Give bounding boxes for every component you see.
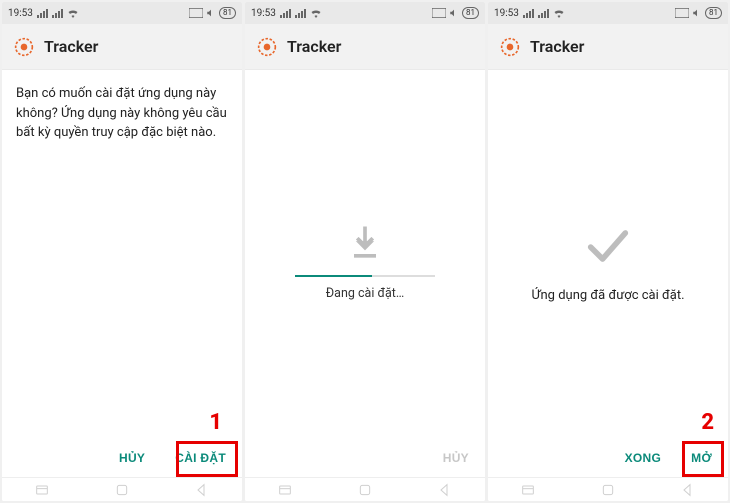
status-bar: 19:53 81 <box>2 2 242 24</box>
dialog-actions: HỦY <box>437 443 475 473</box>
cancel-button[interactable]: HỦY <box>113 443 151 473</box>
installing-text: Đang cài đặt… <box>326 285 404 304</box>
done-button[interactable]: XONG <box>619 443 668 473</box>
installed-text: Ứng dụng đã được cài đặt. <box>531 286 684 306</box>
status-time: 19:53 <box>8 8 33 19</box>
status-time: 19:53 <box>251 8 276 19</box>
signal-icon-2 <box>538 9 549 18</box>
app-bar: Tracker <box>2 24 242 70</box>
app-icon <box>14 37 34 57</box>
signal-icon <box>37 9 48 18</box>
nav-home-icon[interactable] <box>114 482 130 498</box>
sound-icon <box>449 8 459 18</box>
status-bar: 19:53 81 <box>488 2 728 24</box>
content-area: Bạn có muốn cài đặt ứng dụng này không? … <box>2 70 242 501</box>
content-area: Ứng dụng đã được cài đặt. <box>488 70 728 501</box>
app-title: Tracker <box>530 37 584 56</box>
install-button[interactable]: CÀI ĐẶT <box>169 443 232 473</box>
nav-back-icon[interactable] <box>680 482 696 498</box>
dialog-actions: XONG MỞ <box>619 443 718 473</box>
signal-icon <box>523 9 534 18</box>
app-bar: Tracker <box>488 24 728 70</box>
navigation-bar <box>245 477 485 501</box>
app-bar: Tracker <box>245 24 485 70</box>
download-icon <box>343 221 387 265</box>
screen-installed: 19:53 81 Tracker Ứng dụng đã được cài đặ… <box>488 2 728 501</box>
install-prompt-text: Bạn có muốn cài đặt ứng dụng này không? … <box>16 84 228 143</box>
app-icon <box>500 37 520 57</box>
navigation-bar <box>2 477 242 501</box>
volte-icon <box>432 8 446 18</box>
cancel-button-disabled: HỦY <box>437 443 475 473</box>
status-time: 19:53 <box>494 8 519 19</box>
checkmark-icon <box>582 220 634 272</box>
status-bar: 19:53 81 <box>245 2 485 24</box>
wifi-icon <box>310 8 322 18</box>
nav-home-icon[interactable] <box>357 482 373 498</box>
signal-icon <box>280 9 291 18</box>
sound-icon <box>692 8 702 18</box>
open-button[interactable]: MỞ <box>685 443 718 473</box>
battery-indicator: 81 <box>705 7 722 19</box>
nav-recent-icon[interactable] <box>277 482 293 498</box>
screen-install-prompt: 19:53 81 Tracker Bạn có muốn cài đặt ứng… <box>2 2 242 501</box>
nav-back-icon[interactable] <box>437 482 453 498</box>
nav-home-icon[interactable] <box>600 482 616 498</box>
signal-icon-2 <box>52 9 63 18</box>
dialog-actions: HỦY CÀI ĐẶT <box>113 443 232 473</box>
app-title: Tracker <box>287 37 341 56</box>
sound-icon <box>206 8 216 18</box>
wifi-icon <box>553 8 565 18</box>
nav-back-icon[interactable] <box>194 482 210 498</box>
battery-indicator: 81 <box>462 7 479 19</box>
app-icon <box>257 37 277 57</box>
battery-indicator: 81 <box>219 7 236 19</box>
nav-recent-icon[interactable] <box>34 482 50 498</box>
wifi-icon <box>67 8 79 18</box>
volte-icon <box>675 8 689 18</box>
app-title: Tracker <box>44 37 98 56</box>
install-progress-bar <box>295 275 435 277</box>
signal-icon-2 <box>295 9 306 18</box>
content-area: Đang cài đặt… <box>245 70 485 501</box>
screen-installing: 19:53 81 Tracker Đang cài đặt… <box>245 2 485 501</box>
navigation-bar <box>488 477 728 501</box>
volte-icon <box>189 8 203 18</box>
nav-recent-icon[interactable] <box>520 482 536 498</box>
